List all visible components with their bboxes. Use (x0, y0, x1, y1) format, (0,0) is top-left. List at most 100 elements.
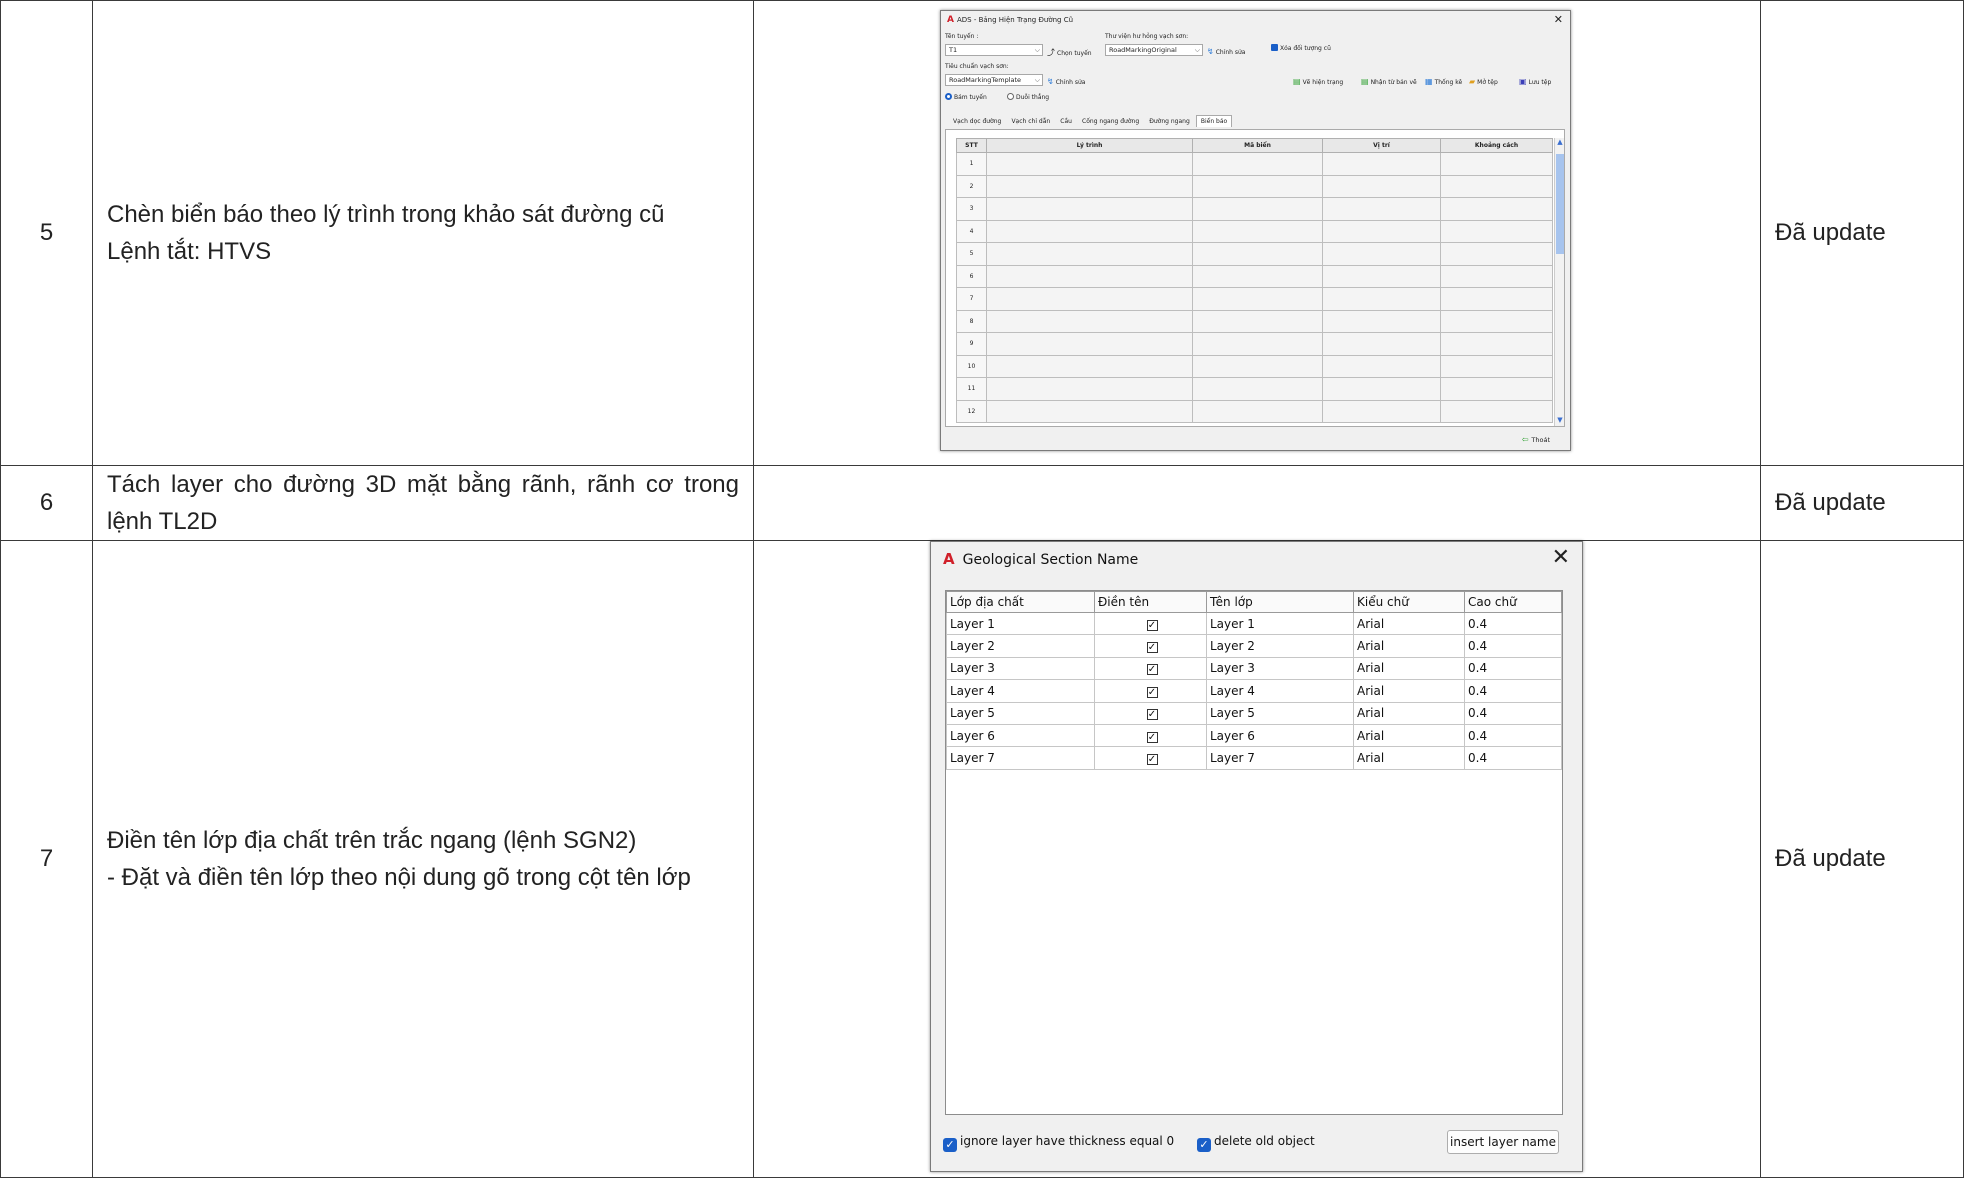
tab-signs[interactable]: Biển báo (1195, 115, 1233, 127)
grid-cell[interactable] (1322, 174, 1441, 198)
grid-cell[interactable] (1322, 287, 1441, 311)
grid-cell[interactable] (1192, 264, 1323, 288)
grid-cell[interactable] (986, 354, 1193, 378)
fill-name-checkbox-cell[interactable]: ✓ (1094, 746, 1207, 770)
layer-cell[interactable]: Layer 3 (946, 656, 1095, 681)
open-file-button[interactable]: ▰ Mở tệp (1469, 77, 1498, 86)
grid-cell[interactable] (1322, 399, 1441, 423)
grid-cell[interactable] (1322, 332, 1441, 356)
checkbox-checked-icon[interactable]: ✓ (1146, 642, 1158, 654)
grid-cell[interactable] (1440, 242, 1553, 266)
grid-cell[interactable] (986, 219, 1193, 243)
layer-cell[interactable]: Layer 5 (946, 701, 1095, 725)
grid-cell[interactable] (1192, 174, 1323, 198)
font-cell[interactable]: Arial (1353, 723, 1465, 748)
grid-cell[interactable] (986, 332, 1193, 356)
layer-cell[interactable]: Layer 1 (946, 611, 1095, 636)
table-row[interactable]: 5 (956, 242, 1553, 266)
table-row[interactable]: 6 (956, 264, 1553, 288)
col-header[interactable]: Cao chữ (1464, 591, 1562, 613)
checkbox-checked-icon[interactable]: ✓ (1146, 619, 1158, 631)
grid-cell[interactable] (986, 264, 1193, 288)
grid-cell[interactable] (1440, 377, 1553, 401)
grid-cell[interactable] (1440, 309, 1553, 333)
grid-cell[interactable] (1192, 242, 1323, 266)
text-height-cell[interactable]: 0.4 (1464, 611, 1562, 636)
checkbox-checked-icon[interactable]: ✓ (1146, 686, 1158, 698)
fill-name-checkbox-cell[interactable]: ✓ (1094, 679, 1207, 703)
ignore-thickness-checkbox[interactable]: ✓ ignore layer have thickness equal 0 (943, 1134, 1174, 1152)
grid-cell[interactable] (986, 242, 1193, 266)
layer-name-cell[interactable]: Layer 2 (1206, 634, 1354, 658)
layer-name-cell[interactable]: Layer 5 (1206, 701, 1354, 725)
table-row[interactable]: Layer 6 ✓ Layer 6 Arial 0.4 (946, 723, 1562, 748)
grid-cell[interactable] (1322, 309, 1441, 333)
standard-combo[interactable]: RoadMarkingTemplate ⌵ (945, 74, 1043, 86)
grid-cell[interactable] (1440, 197, 1553, 221)
font-cell[interactable]: Arial (1353, 611, 1465, 636)
grid-cell[interactable] (1192, 354, 1323, 378)
grid-cell[interactable] (1192, 219, 1323, 243)
text-height-cell[interactable]: 0.4 (1464, 723, 1562, 748)
grid-cell[interactable] (986, 287, 1193, 311)
grid-cell[interactable] (1440, 287, 1553, 311)
table-row[interactable]: Layer 7 ✓ Layer 7 Arial 0.4 (946, 746, 1562, 770)
font-cell[interactable]: Arial (1353, 679, 1465, 703)
radio-straighten[interactable]: Duỗi thẳng (1007, 93, 1049, 101)
fill-name-checkbox-cell[interactable]: ✓ (1094, 723, 1207, 748)
close-icon[interactable]: ✕ (1554, 13, 1563, 26)
grid-cell[interactable] (1192, 399, 1323, 423)
table-row[interactable]: Layer 4 ✓ Layer 4 Arial 0.4 (946, 679, 1562, 703)
delete-old-checkbox[interactable]: Xóa đối tượng cũ (1271, 44, 1331, 52)
table-row[interactable]: 2 (956, 174, 1553, 198)
table-row[interactable]: 11 (956, 377, 1553, 401)
text-height-cell[interactable]: 0.4 (1464, 746, 1562, 770)
grid-cell[interactable] (1322, 242, 1441, 266)
grid-cell[interactable] (986, 152, 1193, 176)
table-row[interactable]: Layer 1 ✓ Layer 1 Arial 0.4 (946, 611, 1562, 636)
font-cell[interactable]: Arial (1353, 746, 1465, 770)
draw-status-button[interactable]: ▤ Vẽ hiện trạng (1293, 77, 1343, 86)
col-header[interactable]: Kiểu chữ (1353, 591, 1465, 613)
col-header[interactable]: Vị trí (1322, 138, 1441, 153)
col-header[interactable]: STT (956, 138, 987, 153)
statistics-button[interactable]: ▦ Thống kê (1425, 77, 1462, 86)
vertical-scrollbar[interactable]: ▲ ▼ (1554, 138, 1564, 426)
edit-library-button[interactable]: ↯ Chỉnh sửa (1207, 47, 1245, 56)
grid-cell[interactable] (1440, 219, 1553, 243)
layer-cell[interactable]: Layer 4 (946, 679, 1095, 703)
delete-old-checkbox[interactable]: ✓ delete old object (1197, 1134, 1315, 1152)
library-combo[interactable]: RoadMarkingOriginal ⌵ (1105, 44, 1203, 56)
table-row[interactable]: 4 (956, 219, 1553, 243)
col-header[interactable]: Điền tên (1094, 591, 1207, 613)
font-cell[interactable]: Arial (1353, 701, 1465, 725)
checkbox-checked-icon[interactable]: ✓ (1146, 709, 1158, 721)
text-height-cell[interactable]: 0.4 (1464, 634, 1562, 658)
save-file-button[interactable]: ▣ Lưu tệp (1519, 77, 1551, 86)
checkbox-checked-icon[interactable]: ✓ (1146, 754, 1158, 766)
grid-cell[interactable] (1440, 332, 1553, 356)
grid-cell[interactable] (1322, 377, 1441, 401)
tab-crossing[interactable]: Đường ngang (1145, 116, 1194, 127)
font-cell[interactable]: Arial (1353, 656, 1465, 681)
tab-guide[interactable]: Vạch chỉ dẫn (1007, 116, 1054, 127)
table-row[interactable]: Layer 5 ✓ Layer 5 Arial 0.4 (946, 701, 1562, 725)
grid-cell[interactable] (986, 399, 1193, 423)
checkbox-checked-icon[interactable]: ✓ (1146, 664, 1158, 676)
tab-bridge[interactable]: Cầu (1056, 116, 1076, 127)
grid-cell[interactable] (986, 377, 1193, 401)
grid-cell[interactable] (1440, 354, 1553, 378)
close-icon[interactable]: ✕ (1552, 545, 1570, 570)
grid-cell[interactable] (1322, 197, 1441, 221)
text-height-cell[interactable]: 0.4 (1464, 701, 1562, 725)
grid-cell[interactable] (1192, 332, 1323, 356)
col-header[interactable]: Mã biển (1192, 138, 1323, 153)
grid-cell[interactable] (1192, 309, 1323, 333)
table-row[interactable]: 1 (956, 152, 1553, 176)
tab-culvert[interactable]: Cống ngang đường (1078, 116, 1143, 127)
grid-cell[interactable] (1192, 197, 1323, 221)
table-row[interactable]: 12 (956, 399, 1553, 423)
table-row[interactable]: 3 (956, 197, 1553, 221)
grid-cell[interactable] (1192, 287, 1323, 311)
fill-name-checkbox-cell[interactable]: ✓ (1094, 611, 1207, 636)
